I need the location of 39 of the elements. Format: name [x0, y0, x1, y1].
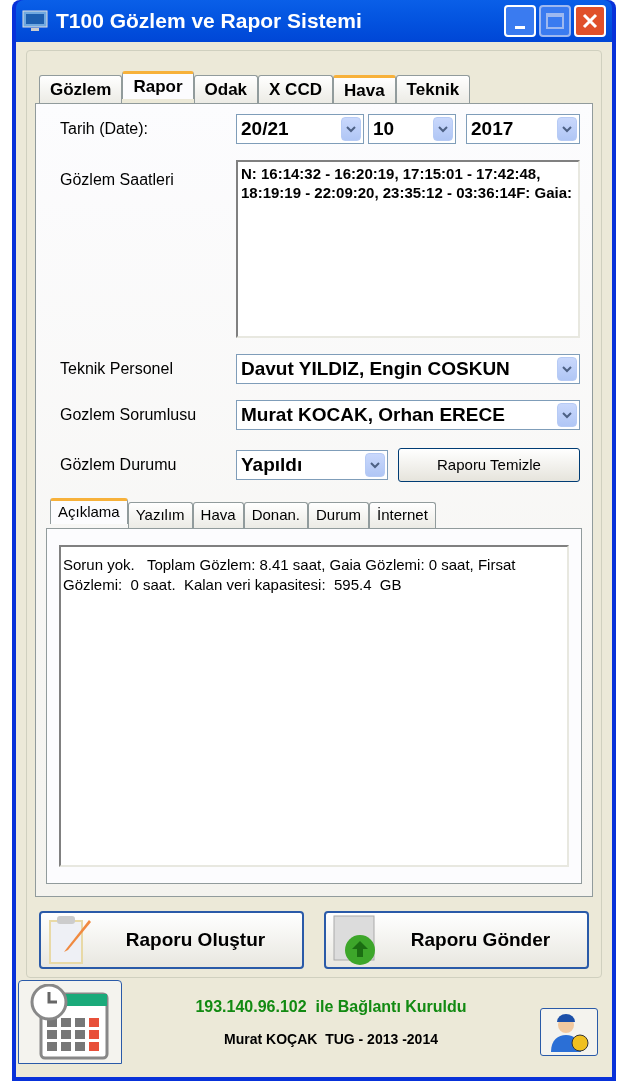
status-label: Gözlem Durumu [59, 455, 178, 475]
dropdown[interactable]: 20/21 [236, 114, 364, 144]
hours-label: Gözlem Saatleri [59, 170, 175, 190]
create-report-button[interactable]: Raporu Oluştur [39, 911, 304, 969]
credit-text: Murat KOÇAK TUG - 2013 -2014 [224, 1029, 438, 1049]
field-label: Gozlem Sorumlusu [59, 405, 198, 425]
upload-document-icon [330, 914, 378, 966]
send-report-button[interactable]: Raporu Gönder [324, 911, 589, 969]
dropdown[interactable]: Yapıldı [236, 450, 388, 480]
technician-icon [548, 1012, 590, 1052]
tab[interactable]: Hava [332, 75, 396, 103]
connection-status: 193.140.96.102 ile Bağlantı Kuruldu [195, 996, 467, 1017]
tab[interactable]: Teknik [395, 75, 471, 103]
close-button[interactable] [574, 5, 606, 37]
tab[interactable]: İnternet [369, 502, 436, 528]
dropdown[interactable]: Murat KOCAK, Orhan ERECE [236, 400, 580, 430]
dropdown[interactable]: 10 [368, 114, 456, 144]
tab[interactable]: Gözlem [39, 75, 123, 103]
clear-report-button[interactable]: Raporu Temizle [398, 448, 580, 482]
dropdown[interactable]: 2017 [466, 114, 580, 144]
technician-button[interactable] [540, 1008, 598, 1056]
tab[interactable]: Durum [308, 502, 369, 528]
minimize-button[interactable] [504, 5, 536, 37]
window-title: T100 Gözlem ve Rapor Sistemi [56, 8, 362, 35]
close-icon [582, 13, 598, 29]
monitor-icon [22, 9, 50, 33]
tab[interactable]: Açıklama [50, 498, 128, 524]
date-label: Tarih (Date): [59, 119, 150, 139]
description-textarea[interactable]: Sorun yok. Toplam Gözlem: 8.41 saat, Gaia Gözlemi: 0 saat, Firsat Gözlemi: 0 saat. Kalan veri kapasitesi: 595.4 GB [59, 545, 569, 867]
calendar-clock-button[interactable] [18, 980, 122, 1064]
tab[interactable]: X CCD [258, 75, 333, 103]
tab[interactable]: Yazılım [127, 502, 193, 528]
tab[interactable]: Rapor [122, 71, 194, 99]
hours-textarea[interactable]: N: 16:14:32 - 16:20:19, 17:15:01 - 17:42:48, 18:19:19 - 22:09:20, 23:35:12 - 03:36:14F: Gaia: [236, 160, 580, 338]
field-label: Teknik Personel [59, 359, 174, 379]
tab[interactable]: Donan. [243, 502, 308, 528]
tab[interactable]: Odak [193, 75, 259, 103]
tab[interactable]: Hava [192, 502, 244, 528]
dropdown[interactable]: Davut YILDIZ, Engin COSKUN [236, 354, 580, 384]
